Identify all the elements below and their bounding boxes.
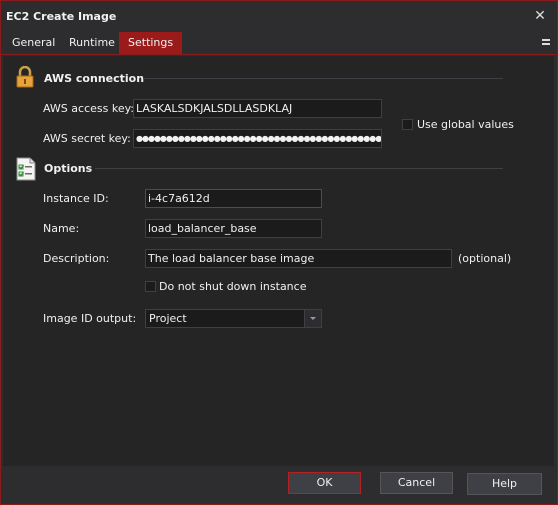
aws-connection-title: AWS connection	[44, 72, 145, 85]
tab-strip: General Runtime Settings	[1, 32, 557, 55]
lock-icon	[16, 66, 34, 88]
settings-panel: AWS connection AWS access key: LASKALSDK…	[3, 56, 554, 466]
instance-id-field[interactable]: i-4c7a612d	[145, 189, 322, 208]
options-title: Options	[44, 162, 93, 175]
instance-id-label: Instance ID:	[43, 192, 109, 205]
window-title: EC2 Create Image	[6, 10, 117, 23]
chevron-down-icon[interactable]	[304, 310, 321, 327]
secret-key-field[interactable]: ●●●●●●●●●●●●●●●●●●●●●●●●●●●●●●●●●●●●●●●●…	[133, 129, 382, 148]
image-id-output-value: Project	[149, 312, 187, 325]
close-icon[interactable]: ✕	[531, 7, 549, 25]
image-id-output-select[interactable]: Project	[145, 309, 322, 328]
tab-general[interactable]: General	[12, 32, 55, 54]
access-key-label: AWS access key:	[43, 102, 135, 115]
tab-runtime[interactable]: Runtime	[69, 32, 115, 54]
no-shutdown-checkbox[interactable]	[145, 281, 156, 292]
secret-key-label: AWS secret key:	[43, 132, 131, 145]
optional-label: (optional)	[458, 252, 512, 265]
ok-button[interactable]: OK	[288, 472, 361, 494]
title-bar: EC2 Create Image ✕	[1, 1, 557, 32]
aws-connection-divider	[143, 78, 503, 79]
dialog-window: EC2 Create Image ✕ General Runtime Setti…	[0, 0, 558, 505]
checklist-icon	[16, 157, 36, 181]
use-global-values-checkbox[interactable]	[402, 119, 413, 130]
no-shutdown-label[interactable]: Do not shut down instance	[159, 280, 306, 293]
description-field[interactable]: The load balancer base image	[145, 249, 452, 268]
cancel-button[interactable]: Cancel	[380, 472, 453, 494]
name-field[interactable]: load_balancer_base	[145, 219, 322, 238]
help-button[interactable]: Help	[467, 473, 542, 495]
name-label: Name:	[43, 222, 80, 235]
access-key-field[interactable]: LASKALSDKJALSDLLASDKLAJ	[133, 99, 382, 118]
tab-settings[interactable]: Settings	[119, 32, 183, 54]
description-label: Description:	[43, 252, 110, 265]
options-divider	[95, 168, 503, 169]
dialog-footer: OK Cancel Help	[3, 467, 554, 502]
use-global-values-label[interactable]: Use global values	[417, 118, 514, 131]
tab-menu-icon[interactable]	[540, 37, 552, 49]
image-id-output-label: Image ID output:	[43, 312, 137, 325]
